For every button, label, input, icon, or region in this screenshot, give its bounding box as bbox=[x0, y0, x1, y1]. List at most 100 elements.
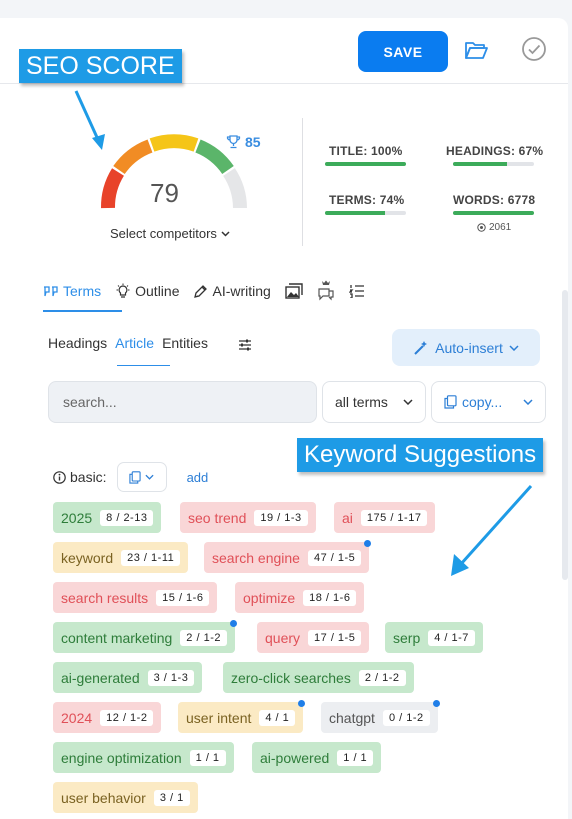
metric-words: WORDS: 6778 bbox=[453, 193, 536, 207]
callout-arrow-icon bbox=[451, 484, 533, 576]
keyword-tag[interactable]: 2024 12 / 1-2 bbox=[53, 702, 162, 733]
subtab-active-indicator bbox=[117, 365, 170, 366]
keyword-count: 18 / 1-6 bbox=[303, 589, 357, 606]
metric-title: TITLE: 100% bbox=[329, 144, 403, 158]
keyword-text: query bbox=[265, 629, 301, 646]
metric-terms-bar bbox=[325, 211, 406, 215]
keyword-tag[interactable]: query 17 / 1-5 bbox=[257, 622, 370, 653]
keyword-tag[interactable]: optimize 18 / 1-6 bbox=[235, 582, 365, 613]
tab-premium-chat[interactable] bbox=[317, 280, 335, 302]
keyword-tag[interactable]: content marketing 2 / 1-2 bbox=[53, 620, 237, 653]
sliders-icon[interactable] bbox=[238, 338, 252, 352]
keyword-count: 2 / 1-2 bbox=[180, 629, 227, 646]
save-button[interactable]: SAVE bbox=[358, 31, 448, 72]
select-competitors-label: Select competitors bbox=[110, 226, 217, 241]
keyword-tag[interactable]: chatgpt 0 / 1-2 bbox=[321, 700, 440, 733]
keyword-tag[interactable]: seo trend 19 / 1-3 bbox=[180, 502, 316, 533]
chevron-down-icon bbox=[509, 344, 519, 351]
seo-score-value: 79 bbox=[150, 178, 179, 208]
keyword-tag[interactable]: search results 15 / 1-6 bbox=[53, 582, 218, 613]
keyword-tag[interactable]: ai-generated 3 / 1-3 bbox=[53, 662, 203, 693]
crown-chat-icon bbox=[318, 280, 334, 301]
basic-copy-button[interactable] bbox=[116, 462, 167, 492]
terms-filter-select[interactable]: all terms bbox=[322, 381, 426, 423]
subtab-article[interactable]: Article bbox=[115, 335, 154, 351]
tab-terms-label: Terms bbox=[63, 283, 102, 299]
new-indicator-dot bbox=[229, 620, 237, 627]
keyword-count: 19 / 1-3 bbox=[254, 509, 308, 526]
select-competitors-button[interactable]: Select competitors bbox=[110, 226, 230, 241]
keyword-text: 2024 bbox=[61, 709, 93, 726]
search-input[interactable]: search... bbox=[48, 381, 317, 423]
quote-icon bbox=[44, 286, 58, 297]
keyword-tag[interactable]: search engine 47 / 1-5 bbox=[204, 540, 372, 573]
keyword-tag[interactable]: user intent 4 / 1 bbox=[178, 700, 306, 733]
chevron-down-icon bbox=[403, 399, 413, 405]
keyword-count: 1 / 1 bbox=[189, 749, 226, 766]
chevron-down-icon bbox=[523, 399, 533, 405]
keyword-count: 8 / 2-13 bbox=[100, 509, 154, 526]
target-icon bbox=[477, 223, 486, 232]
tab-ai-writing[interactable]: AI-writing bbox=[193, 283, 271, 299]
keyword-tag[interactable]: ai 175 / 1-17 bbox=[334, 502, 436, 533]
auto-insert-button[interactable]: Auto-insert bbox=[392, 329, 540, 366]
search-placeholder: search... bbox=[63, 394, 117, 410]
keyword-text: serp bbox=[393, 629, 421, 646]
keyword-count: 4 / 1-7 bbox=[428, 629, 475, 646]
keyword-tag[interactable]: engine optimization 1 / 1 bbox=[53, 742, 234, 773]
pen-icon bbox=[194, 284, 208, 298]
words-competitor-avg: 2061 bbox=[477, 222, 511, 233]
auto-insert-label: Auto-insert bbox=[435, 339, 503, 356]
subtab-headings[interactable]: Headings bbox=[48, 335, 107, 351]
keyword-text: user intent bbox=[186, 709, 252, 726]
keyword-text: seo trend bbox=[188, 509, 247, 526]
keyword-count: 3 / 1 bbox=[153, 789, 190, 806]
keyword-text: ai-generated bbox=[61, 669, 140, 686]
lightbulb-icon bbox=[116, 283, 130, 298]
keyword-tag[interactable]: zero-click searches 2 / 1-2 bbox=[223, 662, 414, 693]
tab-ai-writing-label: AI-writing bbox=[212, 283, 271, 299]
metric-headings-bar bbox=[453, 162, 534, 166]
tab-terms[interactable]: Terms bbox=[43, 283, 101, 299]
keyword-text: optimize bbox=[243, 589, 296, 606]
keyword-tag[interactable]: user behavior 3 / 1 bbox=[53, 782, 198, 813]
keyword-tag[interactable]: ai-powered 1 / 1 bbox=[252, 742, 382, 773]
scrollbar[interactable] bbox=[562, 290, 568, 580]
keyword-text: user behavior bbox=[61, 789, 146, 806]
tab-list[interactable] bbox=[348, 284, 365, 298]
keyword-text: ai-powered bbox=[260, 749, 330, 766]
basic-group-header: basic: add bbox=[53, 462, 208, 492]
tab-outline[interactable]: Outline bbox=[115, 283, 179, 299]
magic-wand-icon bbox=[414, 340, 428, 355]
keyword-tag[interactable]: keyword 23 / 1-11 bbox=[53, 542, 189, 573]
metric-terms: TERMS: 74% bbox=[329, 193, 405, 207]
copy-select[interactable]: copy... bbox=[431, 381, 546, 423]
copy-icon bbox=[444, 395, 457, 409]
basic-label: basic: bbox=[53, 469, 107, 485]
seo-score-callout: SEO SCORE bbox=[19, 49, 182, 83]
keyword-count: 2 / 1-2 bbox=[358, 669, 406, 686]
copy-select-value: copy... bbox=[462, 394, 503, 410]
info-icon bbox=[53, 470, 66, 484]
copy-icon bbox=[129, 470, 141, 484]
keyword-text: search results bbox=[61, 589, 149, 606]
tab-images[interactable] bbox=[285, 283, 303, 299]
metric-words-bar bbox=[453, 211, 534, 215]
folder-open-icon[interactable] bbox=[464, 40, 488, 60]
keyword-count: 4 / 1 bbox=[259, 709, 296, 726]
keyword-text: search engine bbox=[212, 549, 300, 566]
images-icon bbox=[285, 283, 303, 299]
keyword-count: 12 / 1-2 bbox=[100, 709, 154, 726]
target-score: 85 bbox=[226, 134, 261, 150]
keyword-text: zero-click searches bbox=[231, 669, 351, 686]
add-term-link[interactable]: add bbox=[187, 470, 209, 485]
main-tabs: Terms Outline AI-writing bbox=[43, 270, 379, 312]
basic-label-text: basic: bbox=[70, 469, 107, 485]
keyword-tag[interactable]: serp 4 / 1-7 bbox=[385, 622, 483, 653]
subtab-entities[interactable]: Entities bbox=[162, 335, 208, 351]
target-score-value: 85 bbox=[245, 134, 261, 150]
keyword-text: engine optimization bbox=[61, 749, 182, 766]
check-circle-icon[interactable] bbox=[521, 36, 547, 62]
keyword-count: 1 / 1 bbox=[337, 749, 374, 766]
keyword-tag[interactable]: 2025 8 / 2-13 bbox=[53, 502, 162, 533]
